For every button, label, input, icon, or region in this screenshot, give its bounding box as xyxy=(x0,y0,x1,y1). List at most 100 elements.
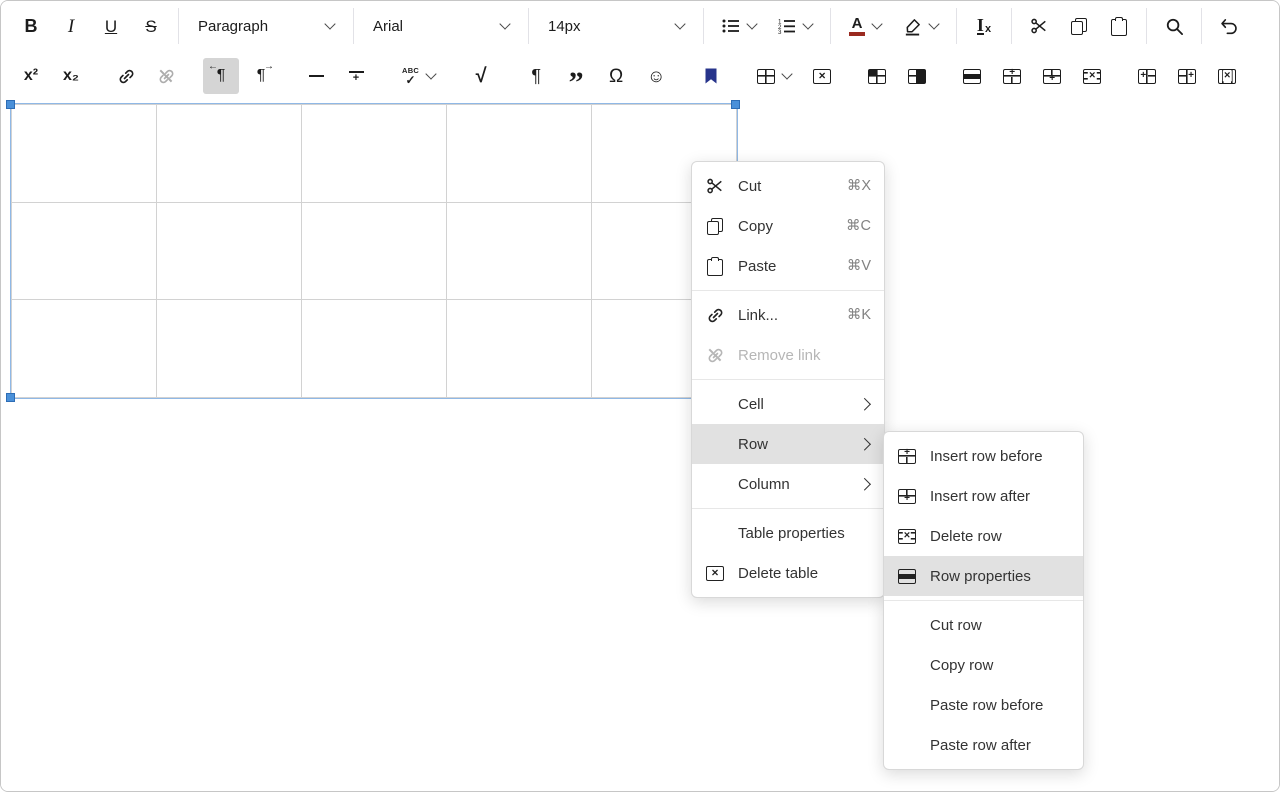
menu-item-copy[interactable]: Copy⌘C xyxy=(692,206,884,246)
menu-item-row-properties[interactable]: Row properties xyxy=(884,556,1083,596)
table-resize-handle-top-left[interactable] xyxy=(6,100,15,109)
insert-table-button[interactable] xyxy=(748,58,800,94)
menu-item-link[interactable]: Link...⌘K xyxy=(692,295,884,335)
clearfmt-icon: Ix xyxy=(977,17,991,35)
chevron-down-icon xyxy=(928,18,939,29)
bullet-list-button[interactable] xyxy=(713,8,765,44)
table-cell[interactable] xyxy=(157,105,302,203)
remove-link-button[interactable] xyxy=(148,58,184,94)
italic-button[interactable]: I xyxy=(53,8,89,44)
insert-row-before-button[interactable] xyxy=(994,58,1030,94)
menu-item-label: Cut xyxy=(738,178,847,195)
ltr-direction-button[interactable]: ←¶ xyxy=(203,58,239,94)
highlight-color-button[interactable] xyxy=(894,8,947,44)
rtl-direction-button[interactable]: ¶→ xyxy=(243,58,279,94)
table-cell[interactable] xyxy=(157,202,302,300)
delete-row-button[interactable] xyxy=(1074,58,1110,94)
toolbar-group xyxy=(1154,8,1194,44)
table-resize-handle-bottom-left[interactable] xyxy=(6,393,15,402)
superscript-button[interactable]: x² xyxy=(13,58,49,94)
search-button[interactable] xyxy=(1156,8,1192,44)
show-invisibles-button[interactable]: ¶ xyxy=(518,58,554,94)
menu-item-label: Remove link xyxy=(738,347,871,364)
toolbar-group: ¶”Ω☺ xyxy=(516,58,676,94)
numbered-list-button[interactable]: 123 xyxy=(769,8,821,44)
toolbar-group xyxy=(952,58,1112,94)
menu-item-remove-link[interactable]: Remove link xyxy=(692,335,884,375)
copy-icon xyxy=(1071,18,1087,35)
insert-link-button[interactable] xyxy=(108,58,144,94)
menu-item-delete-row[interactable]: Delete row xyxy=(884,516,1083,556)
emoticons-button[interactable]: ☺ xyxy=(638,58,674,94)
page-break-button[interactable]: + xyxy=(338,58,374,94)
row-properties-button[interactable] xyxy=(954,58,990,94)
menu-item-paste-row-after[interactable]: Paste row after xyxy=(884,725,1083,765)
table-cell[interactable] xyxy=(447,300,592,398)
copy-button[interactable] xyxy=(1061,8,1097,44)
font-size-dropdown[interactable]: 14px xyxy=(536,8,696,44)
menu-item-cut[interactable]: Cut⌘X xyxy=(692,166,884,206)
pagebreak-icon: + xyxy=(349,71,364,82)
menu-item-copy-row[interactable]: Copy row xyxy=(884,645,1083,685)
toolbar-group: Arial xyxy=(361,8,521,44)
menu-item-insert-row-after[interactable]: Insert row after xyxy=(884,476,1083,516)
delete-column-button[interactable] xyxy=(1209,58,1245,94)
formula-button[interactable]: √ xyxy=(463,58,499,94)
spell-icon: ABC✓ xyxy=(402,67,419,86)
table-cell[interactable] xyxy=(302,105,447,203)
menu-item-column[interactable]: Column xyxy=(692,464,884,504)
blockquote-button[interactable]: ” xyxy=(558,58,594,94)
table-cell[interactable] xyxy=(12,300,157,398)
menu-item-paste-row-before[interactable]: Paste row before xyxy=(884,685,1083,725)
paragraph-format-value: Paragraph xyxy=(198,18,268,35)
cell-properties-button[interactable] xyxy=(859,58,895,94)
menu-shortcut: ⌘V xyxy=(847,258,871,274)
delete-table-button[interactable] xyxy=(804,58,840,94)
cut-button[interactable] xyxy=(1021,8,1057,44)
bold-button[interactable]: B xyxy=(13,8,49,44)
row-props-icon xyxy=(963,69,981,84)
spellcheck-button[interactable]: ABC✓ xyxy=(393,58,444,94)
table-cell[interactable] xyxy=(447,202,592,300)
menu-item-cut-row[interactable]: Cut row xyxy=(884,605,1083,645)
subscript-button[interactable]: x₂ xyxy=(53,58,89,94)
col-after-icon xyxy=(1178,69,1196,84)
menu-item-row[interactable]: Row xyxy=(692,424,884,464)
underline-button[interactable]: U xyxy=(93,8,129,44)
menu-item-cell[interactable]: Cell xyxy=(692,384,884,424)
menu-item-label: Copy row xyxy=(930,657,1070,674)
menu-item-table-properties[interactable]: Table properties xyxy=(692,513,884,553)
anchor-button[interactable] xyxy=(693,58,729,94)
menu-item-insert-row-before[interactable]: Insert row before xyxy=(884,436,1083,476)
insert-column-after-button[interactable] xyxy=(1169,58,1205,94)
toolbar-group xyxy=(1019,8,1139,44)
table-resize-handle-top-right[interactable] xyxy=(731,100,740,109)
del-table-icon xyxy=(813,69,831,84)
toolbar-separator xyxy=(1146,8,1147,44)
toolbar-group xyxy=(691,58,731,94)
table-cell[interactable] xyxy=(12,105,157,203)
toolbar-group: x²x₂ xyxy=(11,58,91,94)
clear-formatting-button[interactable]: Ix xyxy=(966,8,1002,44)
table-cell[interactable] xyxy=(12,202,157,300)
paragraph-format-dropdown[interactable]: Paragraph xyxy=(186,8,346,44)
font-family-dropdown[interactable]: Arial xyxy=(361,8,521,44)
horizontal-rule-button[interactable] xyxy=(298,58,334,94)
paste-button[interactable] xyxy=(1101,8,1137,44)
marker-icon xyxy=(903,17,922,36)
text-color-button[interactable]: A xyxy=(840,8,890,44)
menu-item-delete-table[interactable]: Delete table xyxy=(692,553,884,593)
table-cell[interactable] xyxy=(447,105,592,203)
insert-row-after-button[interactable] xyxy=(1034,58,1070,94)
merge-cells-button[interactable] xyxy=(899,58,935,94)
table-cell[interactable] xyxy=(302,300,447,398)
menu-item-paste[interactable]: Paste⌘V xyxy=(692,246,884,286)
special-character-button[interactable]: Ω xyxy=(598,58,634,94)
undo-button[interactable] xyxy=(1211,8,1247,44)
table-cell[interactable] xyxy=(157,300,302,398)
strikethrough-button[interactable]: S xyxy=(133,8,169,44)
table-cell[interactable] xyxy=(302,202,447,300)
font-size-value: 14px xyxy=(548,18,581,35)
editor-canvas[interactable] xyxy=(1,101,1279,791)
insert-column-before-button[interactable] xyxy=(1129,58,1165,94)
